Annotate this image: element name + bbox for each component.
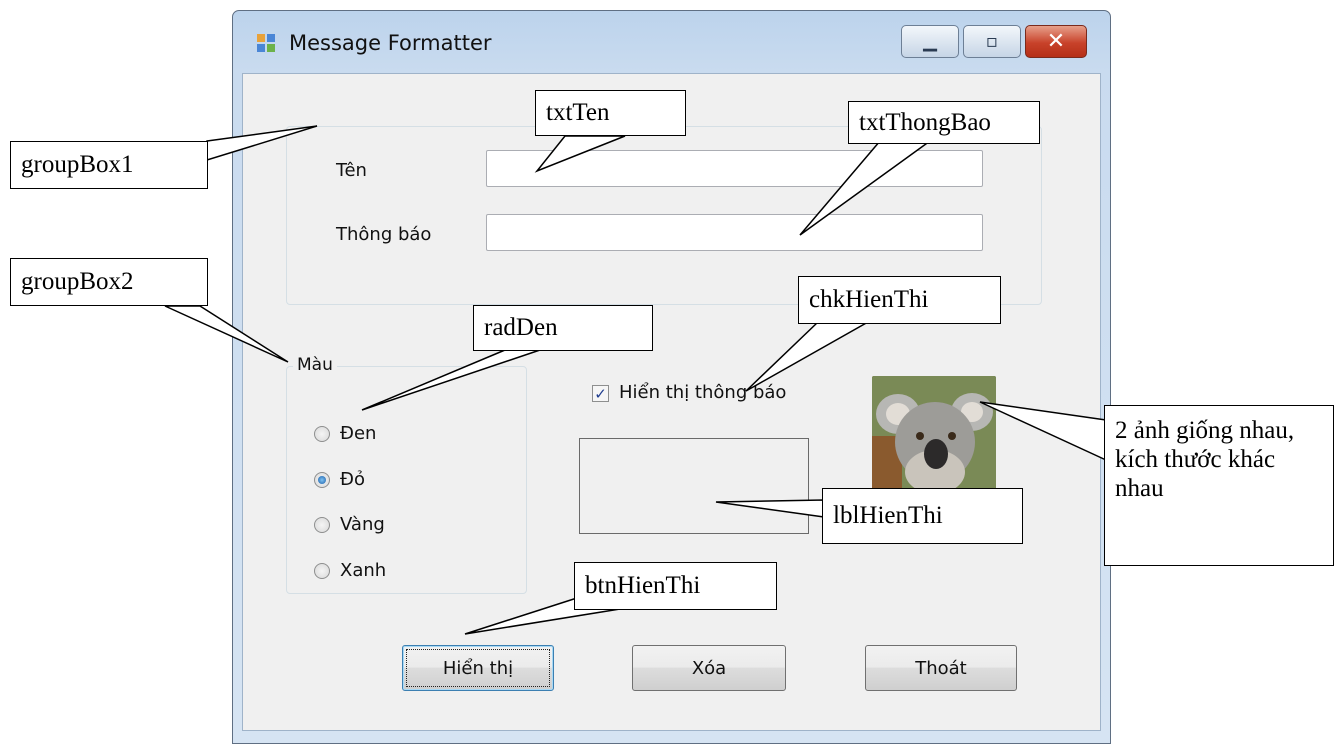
callout-btnhienthi: btnHienThi (574, 562, 777, 610)
xoa-button[interactable]: Xóa (632, 645, 786, 691)
xoa-button-label: Xóa (691, 657, 727, 679)
radio-do-circle[interactable] (314, 471, 330, 488)
thongbao-input[interactable] (486, 214, 983, 251)
radio-xanh[interactable]: Xanh (314, 560, 386, 581)
radio-den-label: Đen (340, 423, 377, 444)
radio-vang-label: Vàng (340, 514, 385, 535)
app-icon (257, 34, 275, 52)
callout-groupbox1: groupBox1 (10, 141, 208, 189)
callout-radden: radDen (473, 305, 653, 351)
minimize-icon: ▁ (923, 31, 937, 52)
ten-input[interactable] (486, 150, 983, 187)
hienthi-button[interactable]: Hiển thị (402, 645, 554, 691)
callout-txtten: txtTen (535, 90, 686, 136)
hienthi-checkbox-label: Hiển thị thông báo (619, 382, 787, 403)
close-icon: ✕ (1046, 29, 1066, 54)
minimize-button[interactable]: ▁ (901, 25, 959, 58)
radio-vang[interactable]: Vàng (314, 514, 385, 535)
radio-den-circle[interactable] (314, 425, 330, 442)
focus-rect (406, 649, 550, 687)
radio-den[interactable]: Đen (314, 423, 376, 444)
window-title: Message Formatter (289, 31, 492, 55)
thoat-button[interactable]: Thoát (865, 645, 1017, 691)
maximize-button[interactable]: ▫ (963, 25, 1021, 58)
ten-label: Tên (336, 160, 367, 181)
groupbox2: Màu Đen Đỏ Vàng Xanh (286, 355, 527, 594)
callout-txtthongbao: txtThongBao (848, 101, 1040, 144)
display-label (579, 438, 809, 534)
callout-groupbox2: groupBox2 (10, 258, 208, 306)
close-button[interactable]: ✕ (1025, 25, 1087, 58)
callout-chkhienthi: chkHienThi (798, 276, 1001, 324)
title-bar[interactable]: Message Formatter ▁ ▫ ✕ (233, 11, 1110, 73)
radio-do-label: Đỏ (340, 469, 365, 490)
thongbao-label: Thông báo (336, 224, 432, 245)
hienthi-checkbox[interactable]: ✓ (592, 384, 609, 403)
callout-lblhienthi: lblHienThi (822, 488, 1023, 544)
koala-image (872, 376, 996, 494)
radio-vang-circle[interactable] (314, 516, 330, 533)
form-client-area: Tên Thông báo Màu Đen Đỏ Vàng Xanh ✓ Hiể… (242, 73, 1101, 731)
group2-title: Màu (293, 355, 337, 375)
radio-xanh-label: Xanh (340, 560, 387, 581)
maximize-icon: ▫ (985, 31, 999, 52)
checkmark-icon: ✓ (594, 384, 607, 403)
radio-do[interactable]: Đỏ (314, 469, 365, 490)
radio-xanh-circle[interactable] (314, 562, 330, 579)
thoat-button-label: Thoát (915, 657, 967, 679)
callout-image-note: 2 ảnh giống nhau, kích thước khác nhau (1104, 405, 1334, 566)
